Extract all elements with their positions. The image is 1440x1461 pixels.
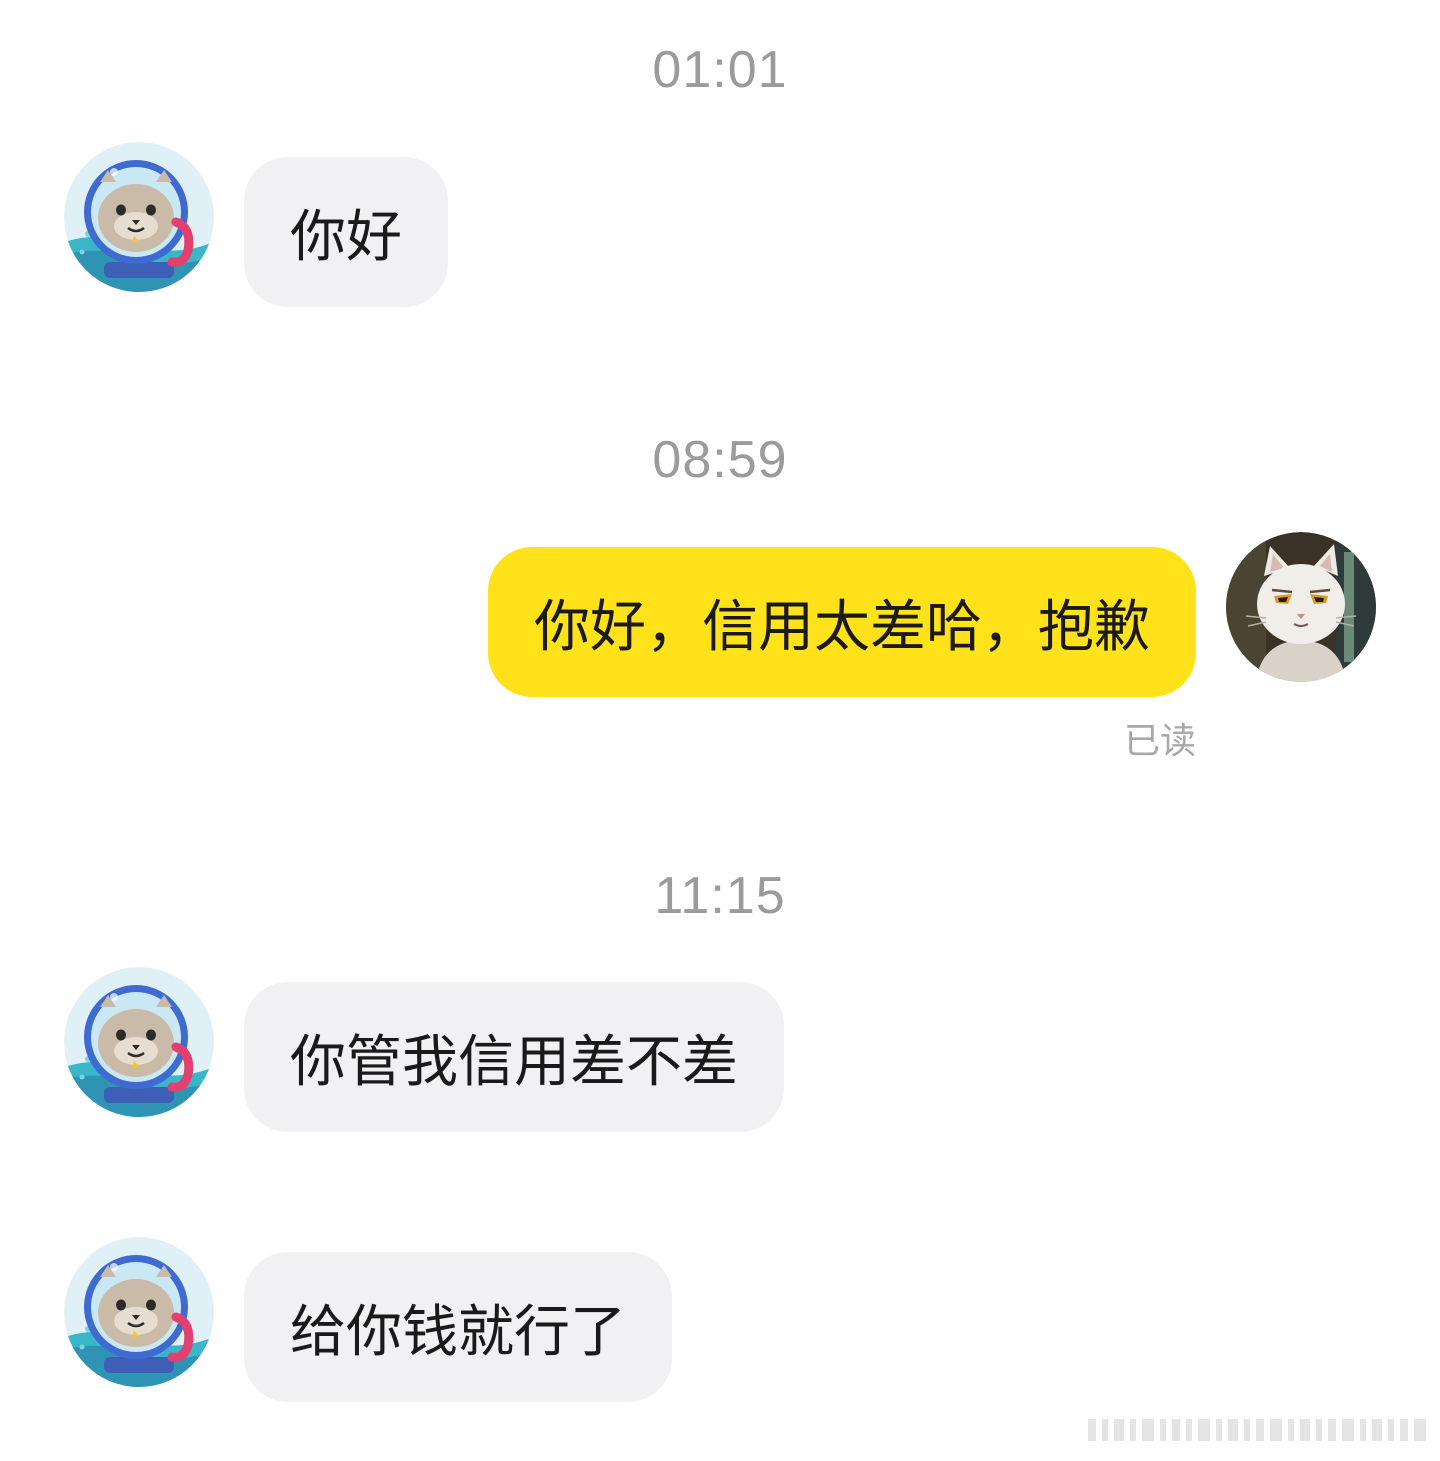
message-text: 给你钱就行了: [290, 1299, 626, 1365]
outgoing-message-bubble[interactable]: 你好，信用太差哈，抱歉: [488, 547, 1196, 697]
incoming-message-bubble[interactable]: 你好: [244, 157, 448, 307]
seal-astronaut-icon[interactable]: [64, 1237, 214, 1387]
seal-astronaut-icon[interactable]: [64, 142, 214, 292]
timestamp: 01:01: [652, 41, 788, 99]
incoming-message-bubble[interactable]: 你管我信用差不差: [244, 982, 784, 1132]
timestamp: 08:59: [652, 431, 788, 489]
message-text: 你好: [290, 204, 402, 270]
watermark-icon: [1088, 1419, 1426, 1441]
message-text: 你管我信用差不差: [290, 1029, 738, 1095]
white-cat-icon[interactable]: [1226, 532, 1376, 682]
message-text: 你好，信用太差哈，抱歉: [534, 594, 1150, 660]
seal-astronaut-icon[interactable]: [64, 967, 214, 1117]
timestamp: 11:15: [654, 867, 786, 925]
incoming-message-bubble[interactable]: 给你钱就行了: [244, 1252, 672, 1402]
read-status: 已读: [1123, 721, 1196, 762]
